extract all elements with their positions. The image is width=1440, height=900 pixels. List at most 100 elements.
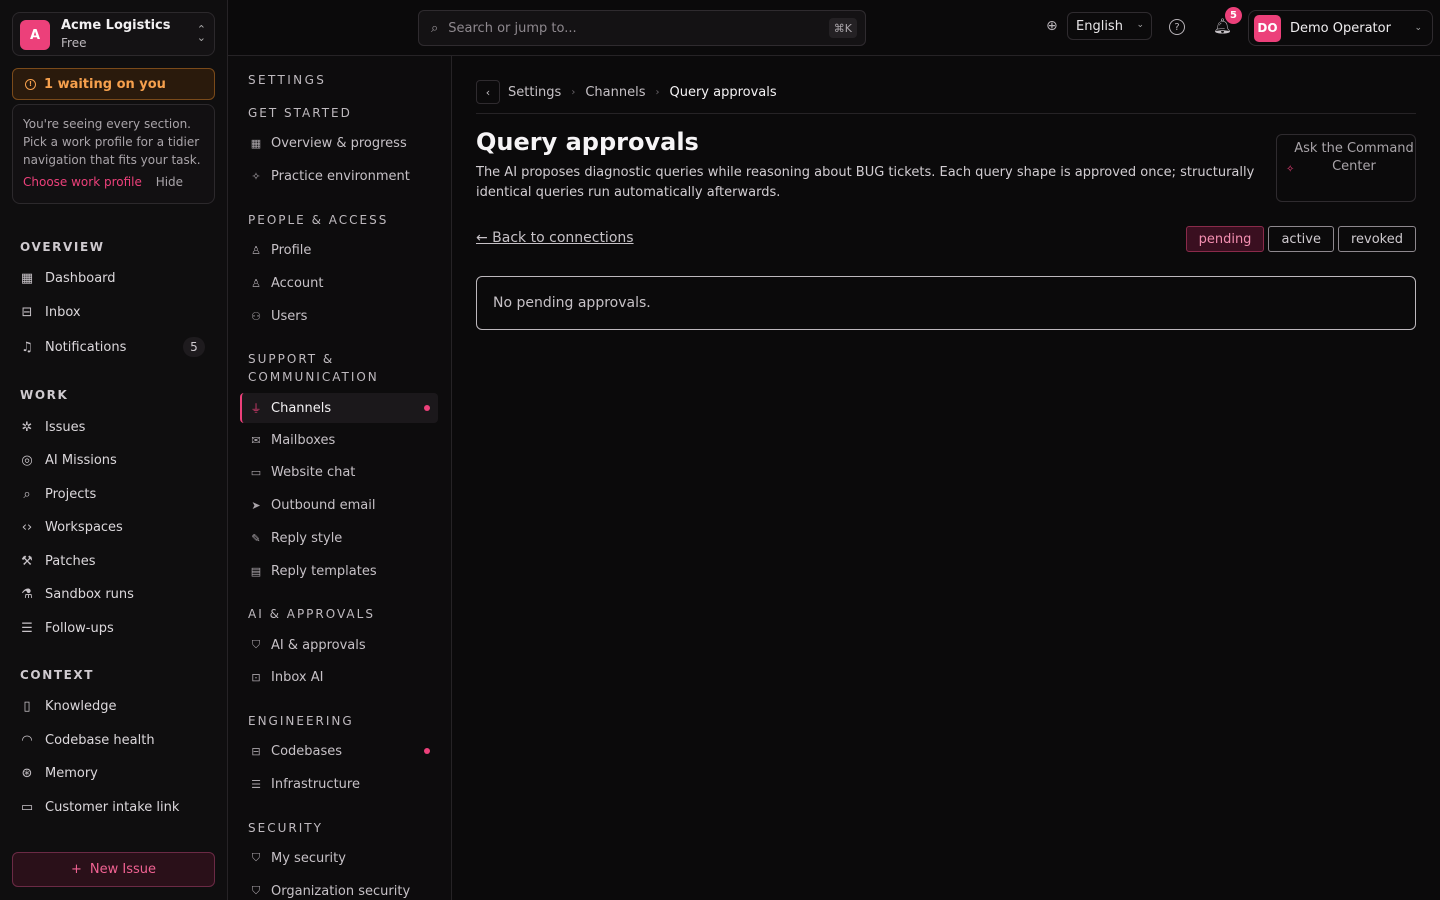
settings-item-overview-progress[interactable]: ▦ Overview & progress <box>240 128 438 158</box>
waiting-on-you-banner[interactable]: ! 1 waiting on you <box>12 68 215 100</box>
settings-item-label: Reply style <box>271 530 343 546</box>
sidebar-item-sandbox-runs[interactable]: ⚗ Sandbox runs <box>12 579 215 609</box>
sidebar-item-label: AI Missions <box>45 452 117 468</box>
chevron-left-icon[interactable]: ‹ <box>476 80 500 104</box>
message-square-icon: ▭ <box>250 465 262 479</box>
settings-item-codebases[interactable]: ⊟ Codebases <box>240 736 438 766</box>
code-icon: ‹› <box>21 519 33 535</box>
sidebar-item-projects[interactable]: ⌕ Projects <box>12 479 215 509</box>
breadcrumb-settings[interactable]: Settings <box>508 85 561 100</box>
flask-icon: ⚗ <box>21 586 33 602</box>
settings-item-label: Channels <box>271 400 332 416</box>
sidebar-item-inbox[interactable]: ⊟ Inbox <box>12 297 215 327</box>
breadcrumb-channels[interactable]: Channels <box>585 85 645 100</box>
sidebar-item-knowledge[interactable]: ▯ Knowledge <box>12 691 215 721</box>
settings-item-label: Infrastructure <box>271 776 360 792</box>
filter-pending[interactable]: pending <box>1185 226 1265 252</box>
folder-search-icon: ⌕ <box>23 486 31 502</box>
pen-icon: ✎ <box>251 531 261 545</box>
settings-item-infrastructure[interactable]: ☰ Infrastructure <box>240 769 438 799</box>
settings-item-label: Outbound email <box>271 497 376 513</box>
page-title: Query approvals <box>476 128 699 156</box>
top-bar: ⌕ Search or jump to... ⌘K ⊕ English ⌄ ? … <box>228 0 1440 56</box>
settings-group-title: COMMUNICATION <box>248 370 379 384</box>
user-name: Demo Operator <box>1290 20 1391 36</box>
settings-item-account[interactable]: ♙ Account <box>240 268 438 298</box>
choose-work-profile-link[interactable]: Choose work profile <box>23 175 142 189</box>
bot-icon: ⊡ <box>251 670 261 684</box>
settings-item-organization-security[interactable]: ⛉ Organization security <box>240 876 438 900</box>
hard-drive-icon: ⊟ <box>251 744 261 758</box>
attention-dot <box>424 748 430 754</box>
grid-icon: ▦ <box>20 270 34 286</box>
plus-icon: + <box>70 862 82 877</box>
shortcut-hint: ⌘K <box>828 18 857 38</box>
search-icon: ⌕ <box>431 20 439 36</box>
search-input[interactable]: ⌕ Search or jump to... ⌘K <box>418 10 866 46</box>
settings-group-title: GET STARTED <box>248 106 352 120</box>
settings-item-reply-templates[interactable]: ▤ Reply templates <box>240 556 438 586</box>
brain-icon: ⊛ <box>21 765 33 781</box>
sidebar-item-label: Codebase health <box>45 732 155 748</box>
notification-count-badge: 5 <box>1225 7 1242 24</box>
settings-item-label: My security <box>271 850 346 866</box>
sidebar-item-label: Customer intake link <box>45 799 180 815</box>
chevron-down-icon: ⌄ <box>1414 23 1422 33</box>
settings-item-channels[interactable]: ⏚ Channels <box>240 393 438 423</box>
sidebar-item-codebase-health[interactable]: ◠ Codebase health <box>12 725 215 755</box>
filter-revoked[interactable]: revoked <box>1337 226 1416 252</box>
user-cog-icon: ♙ <box>251 276 261 290</box>
language-select[interactable]: English ⌄ <box>1067 12 1152 40</box>
alert-icon: ! <box>25 78 36 90</box>
org-switcher[interactable]: A Acme Logistics Free ⌃ ⌄ <box>12 12 215 56</box>
settings-item-users[interactable]: ⚇ Users <box>240 301 438 331</box>
sidebar-item-issues[interactable]: ✲ Issues <box>12 412 215 442</box>
settings-group-title: AI & APPROVALS <box>248 607 375 621</box>
new-issue-button[interactable]: + New Issue <box>12 852 215 887</box>
sidebar-item-notifications[interactable]: ♫ Notifications 5 <box>12 332 215 362</box>
sidebar-item-ai-missions[interactable]: ◎ AI Missions <box>12 445 215 475</box>
sidebar-item-dashboard[interactable]: ▦ Dashboard <box>12 263 215 293</box>
sidebar-item-memory[interactable]: ⊛ Memory <box>12 758 215 788</box>
sidebar-item-workspaces[interactable]: ‹› Workspaces <box>12 512 215 542</box>
sidebar-item-customer-intake-link[interactable]: ▭ Customer intake link <box>12 792 215 822</box>
settings-item-practice-environment[interactable]: ✧ Practice environment <box>240 161 438 191</box>
filter-active[interactable]: active <box>1268 226 1334 252</box>
sidebar-item-label: Memory <box>45 765 98 781</box>
settings-item-label: Account <box>271 275 324 291</box>
settings-item-mailboxes[interactable]: ✉ Mailboxes <box>240 425 438 455</box>
settings-item-website-chat[interactable]: ▭ Website chat <box>240 457 438 487</box>
sidebar-item-label: Knowledge <box>45 698 117 714</box>
settings-item-profile[interactable]: ♙ Profile <box>240 235 438 265</box>
plug-icon: ⏚ <box>250 402 262 415</box>
shield-check-icon: ⛉ <box>251 638 261 651</box>
settings-item-reply-style[interactable]: ✎ Reply style <box>240 523 438 553</box>
hide-hint-link[interactable]: Hide <box>156 175 183 189</box>
status-filter: pending active revoked <box>1185 226 1416 252</box>
target-icon: ◎ <box>21 452 33 468</box>
sidebar-item-patches[interactable]: ⚒ Patches <box>12 546 215 576</box>
settings-item-outbound-email[interactable]: ➤ Outbound email <box>240 490 438 520</box>
profile-hint-text: You're seeing every section. Pick a work… <box>23 117 201 167</box>
settings-item-label: Reply templates <box>271 563 377 579</box>
settings-item-inbox-ai[interactable]: ⊡ Inbox AI <box>240 662 438 692</box>
back-to-connections-link[interactable]: ← Back to connections <box>476 230 634 246</box>
users-icon: ⚇ <box>251 309 261 323</box>
breadcrumb-current: Query approvals <box>669 84 777 100</box>
settings-item-label: Practice environment <box>271 168 410 184</box>
ask-command-center-button[interactable]: ✧ Ask the Command Center <box>1276 134 1416 202</box>
globe-icon: ⊕ <box>1046 18 1058 34</box>
sidebar-item-follow-ups[interactable]: ☰ Follow-ups <box>12 613 215 643</box>
settings-item-label: Mailboxes <box>271 432 336 448</box>
user-menu[interactable]: DO Demo Operator ⌄ <box>1248 10 1433 46</box>
settings-item-ai-approvals[interactable]: ⛉ AI & approvals <box>240 630 438 660</box>
help-icon[interactable]: ? <box>1169 19 1185 35</box>
settings-item-my-security[interactable]: ⛉ My security <box>240 843 438 873</box>
sidebar-item-label: Inbox <box>45 304 81 320</box>
settings-group-title: SECURITY <box>248 821 323 835</box>
work-profile-hint: You're seeing every section. Pick a work… <box>12 104 215 204</box>
sidebar-item-label: Projects <box>45 486 97 502</box>
chevron-up-down-icon: ⌃ ⌄ <box>196 23 206 44</box>
sidebar-item-label: Dashboard <box>45 270 116 286</box>
page-description: The AI proposes diagnostic queries while… <box>476 165 1255 200</box>
